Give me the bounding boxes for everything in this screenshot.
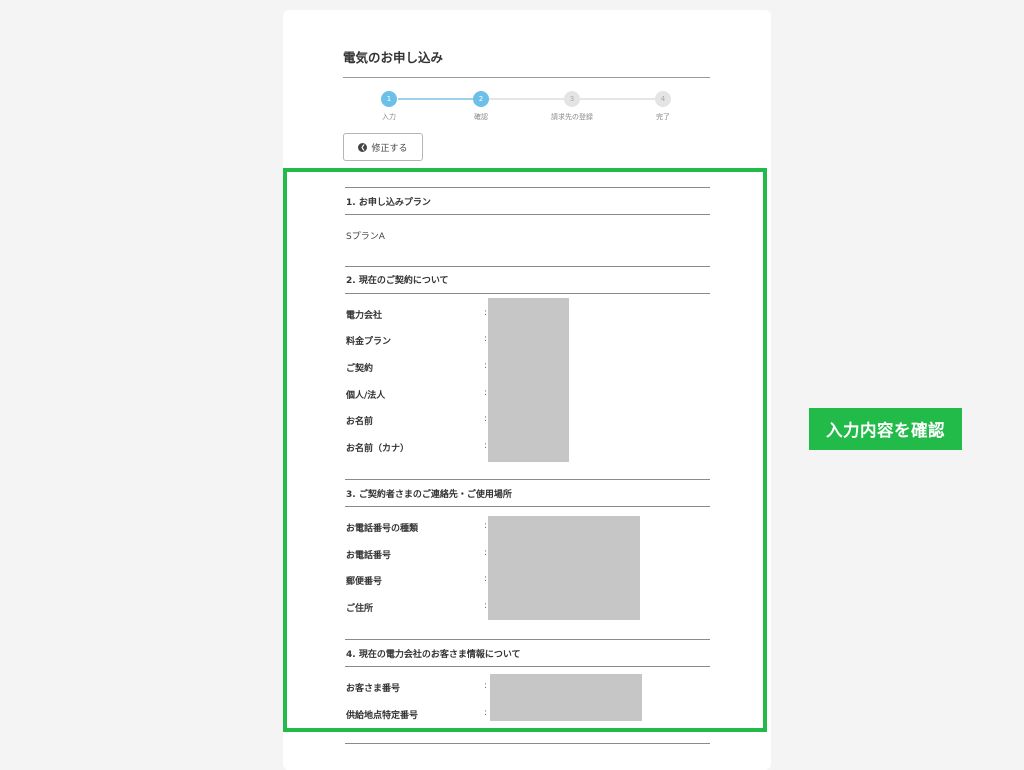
chevron-left-circle-icon: ❮	[358, 142, 368, 152]
step-2-label: 確認	[474, 113, 488, 121]
step-1-label: 入力	[382, 113, 396, 121]
step-3-label: 請求先の登録	[551, 113, 593, 121]
step-connector-2	[489, 98, 564, 100]
edit-back-button[interactable]: ❮ 修正する	[343, 133, 423, 161]
step-1-dot: 1	[381, 91, 397, 107]
edit-back-button-label: 修正する	[371, 143, 408, 154]
step-4-dot: 4	[655, 91, 671, 107]
title-divider	[343, 77, 710, 78]
section-divider	[345, 743, 710, 744]
step-connector-1	[398, 98, 473, 100]
review-callout-label: 入力内容を確認	[809, 408, 962, 450]
step-4-label: 完了	[656, 113, 670, 121]
page-title: 電気のお申し込み	[343, 50, 444, 65]
step-3-dot: 3	[564, 91, 580, 107]
review-highlight-frame	[283, 168, 767, 732]
step-2-dot: 2	[473, 91, 489, 107]
step-connector-3	[580, 98, 655, 100]
